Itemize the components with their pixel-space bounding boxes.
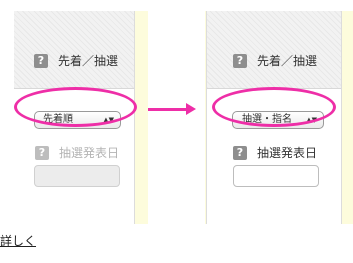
- before-form-column: ? 先着／抽選 先着順 ▲▼ ? 抽選発表日: [0, 11, 135, 224]
- help-icon[interactable]: ?: [34, 54, 48, 68]
- before-lottery-type-select[interactable]: 先着順 ▲▼: [34, 111, 121, 129]
- before-date-input-disabled: [34, 165, 120, 187]
- updown-arrows-icon: ▲▼: [306, 116, 317, 124]
- help-icon[interactable]: ?: [233, 146, 247, 160]
- after-date-label: 抽選発表日: [257, 146, 318, 160]
- before-date-label: 抽選発表日: [59, 146, 120, 160]
- arrow-head: [186, 103, 196, 115]
- updown-arrows-icon: ▲▼: [103, 116, 114, 124]
- arrow-shaft: [148, 108, 188, 111]
- help-icon[interactable]: ?: [233, 54, 247, 68]
- before-header-cell: ? 先着／抽選: [14, 11, 134, 89]
- after-header-label: 先着／抽選: [257, 54, 318, 68]
- after-date-input[interactable]: [233, 165, 319, 187]
- after-header-cell: ? 先着／抽選: [207, 11, 341, 89]
- before-header-label: 先着／抽選: [58, 54, 119, 68]
- before-panel: ? 先着／抽選 先着順 ▲▼ ? 抽選発表日: [0, 11, 148, 224]
- after-lottery-type-select[interactable]: 抽選・指名 ▲▼: [232, 111, 324, 129]
- details-link[interactable]: 詳しく: [0, 232, 36, 249]
- before-select-value: 先着順: [43, 114, 73, 125]
- help-icon[interactable]: ?: [35, 146, 49, 160]
- after-panel: ? 先着／抽選 抽選・指名 ▲▼ ? 抽選発表日: [205, 11, 353, 224]
- after-select-value: 抽選・指名: [242, 114, 292, 125]
- after-form-column: ? 先着／抽選 抽選・指名 ▲▼ ? 抽選発表日: [206, 11, 342, 224]
